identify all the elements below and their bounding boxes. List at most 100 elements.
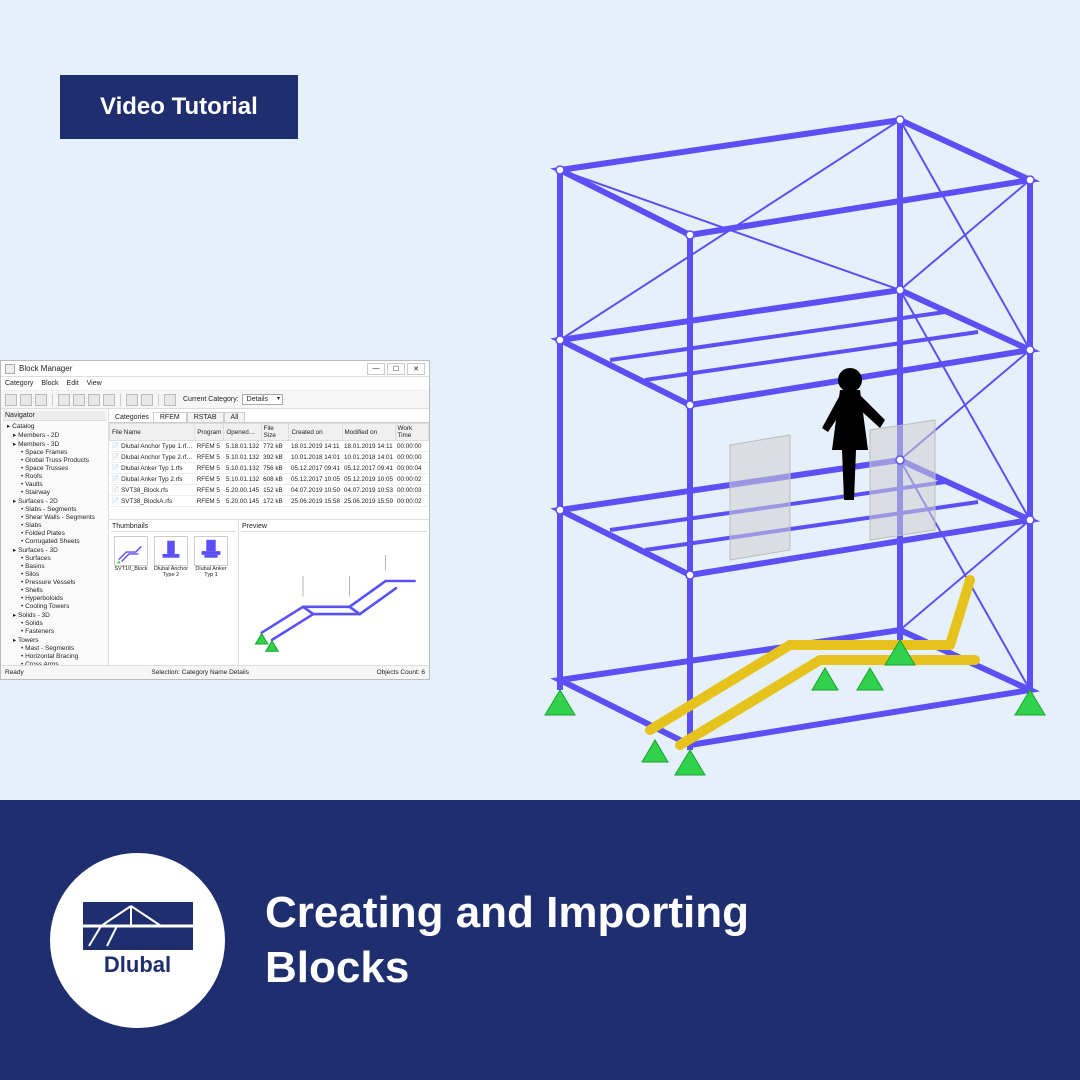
tree-item[interactable]: • Cooling Towers: [3, 602, 106, 610]
tree-item[interactable]: • Corrugated Sheets: [3, 537, 106, 545]
tree-item[interactable]: • Basins: [3, 562, 106, 570]
tree-item[interactable]: • Roofs: [3, 472, 106, 480]
toolbar-button[interactable]: [164, 394, 176, 406]
maximize-button[interactable]: ☐: [387, 363, 405, 375]
tree-item[interactable]: • Solids: [3, 619, 106, 627]
column-header[interactable]: Modified on: [342, 424, 395, 441]
tree-item[interactable]: ▸ Towers: [3, 635, 106, 644]
minimize-button[interactable]: —: [367, 363, 385, 375]
toolbar-button[interactable]: [35, 394, 47, 406]
tree-item[interactable]: • Slabs - Segments: [3, 505, 106, 513]
toolbar-button[interactable]: [73, 394, 85, 406]
menu-category[interactable]: Category: [5, 380, 33, 387]
table-row[interactable]: 📄 SVT38_Block.rfsRFEM 55.20.00.145152 kB…: [110, 485, 429, 496]
table-cell: RFEM 5: [195, 496, 224, 507]
table-cell: 756 kB: [261, 463, 289, 474]
tree-item[interactable]: • Space Frames: [3, 448, 106, 456]
table-row[interactable]: 📄 Dlubal Anchor Type 1.rf…RFEM 55.18.01.…: [110, 441, 429, 452]
tree-item[interactable]: • Horizontal Bracing: [3, 652, 106, 660]
tree-item[interactable]: • Fasteners: [3, 627, 106, 635]
menu-block[interactable]: Block: [41, 380, 58, 387]
toolbar-button[interactable]: [20, 394, 32, 406]
tree-item[interactable]: • Mast - Segments: [3, 644, 106, 652]
table-cell: 5.10.01.132: [224, 474, 261, 485]
tree-item[interactable]: • Stairway: [3, 488, 106, 496]
toolbar-button[interactable]: [126, 394, 138, 406]
tab-strip[interactable]: Categories RFEM RSTAB All: [109, 409, 429, 423]
tree-item[interactable]: ▸ Members - 2D: [3, 430, 106, 439]
tree-item[interactable]: • Global Truss Products: [3, 456, 106, 464]
table-cell: 00:00:00: [395, 452, 428, 463]
table-cell: 5.18.01.132: [224, 441, 261, 452]
navigator-panel[interactable]: Navigator ▸ Catalog▸ Members - 2D▸ Membe…: [1, 409, 109, 665]
tree-item[interactable]: ▸ Solids - 3D: [3, 610, 106, 619]
tree-item[interactable]: ▸ Members - 3D: [3, 439, 106, 448]
brand-name: Dlubal: [104, 952, 171, 978]
badge-label: Video Tutorial: [100, 93, 258, 120]
close-button[interactable]: ✕: [407, 363, 425, 375]
tree-item[interactable]: • Shells: [3, 586, 106, 594]
toolbar-button[interactable]: [58, 394, 70, 406]
thumbnail[interactable]: Dlubal Anker Typ 1: [193, 536, 229, 578]
column-header[interactable]: Program: [195, 424, 224, 441]
menu-view[interactable]: View: [87, 380, 102, 387]
table-row[interactable]: 📄 Dlubal Anchor Type 2.rf…RFEM 55.10.01.…: [110, 452, 429, 463]
table-row[interactable]: 📄 SVT38_BlockA.rfsRFEM 55.20.00.145172 k…: [110, 496, 429, 507]
table-cell: 📄 Dlubal Anker Typ 2.rfs: [110, 474, 195, 485]
tree-item[interactable]: ▸ Catalog: [3, 421, 106, 430]
table-row[interactable]: 📄 Dlubal Anker Typ 1.rfsRFEM 55.10.01.13…: [110, 463, 429, 474]
category-dropdown[interactable]: Details: [242, 394, 283, 405]
block-manager-window[interactable]: Block Manager — ☐ ✕ Category Block Edit …: [0, 360, 430, 680]
app-icon: [5, 364, 15, 374]
tab-all[interactable]: All: [224, 412, 246, 422]
toolbar-button[interactable]: [5, 394, 17, 406]
column-header[interactable]: File Name: [110, 424, 195, 441]
table-cell: RFEM 5: [195, 441, 224, 452]
toolbar-button[interactable]: [103, 394, 115, 406]
tab-rfem[interactable]: RFEM: [153, 412, 187, 422]
tree-item[interactable]: • Surfaces: [3, 554, 106, 562]
table-cell: 5.10.01.132: [224, 463, 261, 474]
table-cell: 05.12.2017 09:41: [342, 463, 395, 474]
toolbar-separator: [52, 394, 53, 406]
table-row[interactable]: 📄 Dlubal Anker Typ 2.rfsRFEM 55.10.01.13…: [110, 474, 429, 485]
toolbar-button[interactable]: [141, 394, 153, 406]
column-header[interactable]: Opened…: [224, 424, 261, 441]
table-cell: 00:00:00: [395, 441, 428, 452]
column-header[interactable]: Created on: [289, 424, 342, 441]
category-tree[interactable]: ▸ Catalog▸ Members - 2D▸ Members - 3D• S…: [3, 421, 106, 665]
preview-panel[interactable]: Preview: [239, 520, 429, 665]
status-left: Ready: [5, 669, 24, 676]
model-svg: [430, 50, 1070, 790]
tree-item[interactable]: ▸ Surfaces - 2D: [3, 496, 106, 505]
table-cell: 5.20.00.145: [224, 485, 261, 496]
menubar[interactable]: Category Block Edit View: [1, 377, 429, 391]
tab-rstab[interactable]: RSTAB: [187, 412, 224, 422]
tree-item[interactable]: • Pressure Vessels: [3, 578, 106, 586]
toolbar[interactable]: Current Category: Details: [1, 391, 429, 409]
thumbnails-panel[interactable]: Thumbnails SVT10_BlockDlubal Anchor Type…: [109, 520, 239, 665]
block-table[interactable]: File NameProgramOpened…File SizeCreated …: [109, 423, 429, 519]
tree-item[interactable]: • Folded Plates: [3, 529, 106, 537]
thumbnail[interactable]: SVT10_Block: [113, 536, 149, 578]
table-cell: 10.01.2018 14:01: [289, 452, 342, 463]
tree-item[interactable]: • Silos: [3, 570, 106, 578]
thumbnail-label: SVT10_Block: [114, 566, 147, 572]
tree-item[interactable]: • Space Trusses: [3, 464, 106, 472]
table-cell: 05.12.2017 10:05: [289, 474, 342, 485]
column-header[interactable]: Work Time: [395, 424, 428, 441]
titlebar[interactable]: Block Manager — ☐ ✕: [1, 361, 429, 377]
tree-item[interactable]: • Vaults: [3, 480, 106, 488]
table-cell: RFEM 5: [195, 474, 224, 485]
tree-item[interactable]: • Shear Walls - Segments: [3, 513, 106, 521]
tree-item[interactable]: • Hyperboloids: [3, 594, 106, 602]
thumbnail[interactable]: Dlubal Anchor Type 2: [153, 536, 189, 578]
column-header[interactable]: File Size: [261, 424, 289, 441]
tree-item[interactable]: • Slabs: [3, 521, 106, 529]
thumbnail-label: Dlubal Anker Typ 1: [193, 566, 229, 578]
table-cell: 00:00:02: [395, 474, 428, 485]
thumbnail-preview: [154, 536, 188, 566]
tree-item[interactable]: ▸ Surfaces - 3D: [3, 545, 106, 554]
menu-edit[interactable]: Edit: [67, 380, 79, 387]
toolbar-button[interactable]: [88, 394, 100, 406]
